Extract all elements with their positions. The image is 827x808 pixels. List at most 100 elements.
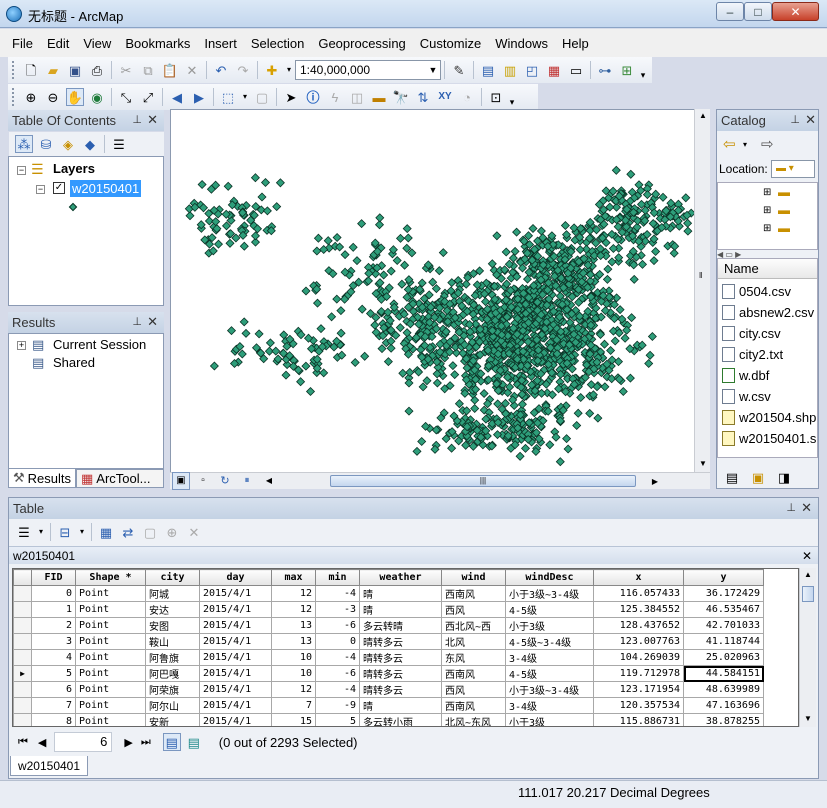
- column-header-wind[interactable]: wind: [441, 569, 506, 586]
- pin-icon[interactable]: ⊥: [132, 315, 142, 328]
- map-point[interactable]: [281, 370, 291, 380]
- collapse-layer-icon[interactable]: −: [36, 185, 45, 194]
- table-cell-y[interactable]: 48.639989: [683, 681, 764, 698]
- table-cell-weather[interactable]: 晴转多云: [359, 665, 442, 682]
- map-point[interactable]: [340, 250, 350, 260]
- map-point[interactable]: [370, 320, 380, 330]
- map-point[interactable]: [357, 219, 367, 229]
- contents-view-icon[interactable]: ▣: [749, 468, 767, 486]
- layout-view-icon[interactable]: ▫: [194, 472, 212, 490]
- column-header-min[interactable]: min: [315, 569, 360, 586]
- map-point[interactable]: [683, 218, 693, 228]
- table-of-contents-icon[interactable]: ▤: [479, 61, 497, 79]
- expand-session-icon[interactable]: +: [17, 341, 26, 350]
- results-shared[interactable]: Shared: [53, 355, 95, 370]
- map-point[interactable]: [575, 245, 585, 255]
- table-cell-x[interactable]: 128.437652: [593, 617, 684, 634]
- new-document-icon[interactable]: 🗋: [22, 61, 40, 79]
- map-point[interactable]: [239, 317, 249, 327]
- map-point[interactable]: [602, 274, 612, 284]
- table-cell-winddesc[interactable]: 4-5级: [505, 665, 594, 682]
- catalog-file-4[interactable]: w.dbf: [722, 365, 769, 386]
- table-cell-day[interactable]: 2015/4/1: [199, 713, 272, 726]
- map-point[interactable]: [404, 406, 414, 416]
- previous-record-icon[interactable]: ◀: [38, 736, 46, 749]
- current-record-input[interactable]: 6: [54, 732, 113, 752]
- catalog-file-3[interactable]: city2.txt: [722, 344, 783, 365]
- table-cell-min[interactable]: 5: [315, 713, 360, 726]
- table-cell-city[interactable]: 安新: [145, 713, 200, 726]
- layer-visibility-checkbox[interactable]: ✓: [53, 182, 65, 194]
- row-selector[interactable]: [13, 713, 32, 726]
- map-point[interactable]: [627, 313, 637, 323]
- map-point[interactable]: [336, 306, 346, 316]
- map-point[interactable]: [573, 408, 583, 418]
- map-point[interactable]: [386, 266, 396, 276]
- map-vertical-scrollbar[interactable]: ▲ ‖ ▼: [694, 109, 710, 473]
- map-point[interactable]: [237, 349, 247, 359]
- scroll-down-icon[interactable]: ▼: [804, 714, 812, 723]
- next-record-icon[interactable]: ▶: [124, 736, 132, 749]
- table-cell-y[interactable]: 46.535467: [683, 601, 764, 618]
- map-scale-combobox[interactable]: 1:40,000,000 ▼: [295, 60, 441, 80]
- data-view-icon[interactable]: ▣: [172, 472, 190, 490]
- chevron-down-icon[interactable]: ▾: [37, 523, 45, 541]
- table-cell-shape[interactable]: Point: [75, 665, 146, 682]
- table-cell-winddesc[interactable]: 小于3级: [505, 617, 594, 634]
- find-binoculars-icon[interactable]: 🔭: [392, 88, 410, 106]
- maximize-button[interactable]: □: [744, 2, 772, 21]
- map-point[interactable]: [392, 255, 402, 266]
- map-point[interactable]: [669, 248, 679, 258]
- layer-name-w20150401[interactable]: w20150401: [70, 180, 142, 197]
- map-point[interactable]: [651, 246, 661, 257]
- close-icon[interactable]: ✕: [147, 112, 158, 128]
- map-point[interactable]: [225, 238, 235, 248]
- map-point[interactable]: [448, 361, 458, 371]
- table-cell-x[interactable]: 125.384552: [593, 601, 684, 618]
- catalog-file-7[interactable]: w20150401.s: [722, 428, 816, 449]
- vertical-scroll-thumb[interactable]: [802, 586, 814, 602]
- table-cell-min[interactable]: -4: [315, 585, 360, 602]
- expand-icon[interactable]: ⊞: [763, 187, 771, 198]
- map-point[interactable]: [383, 307, 393, 317]
- switch-selection-icon[interactable]: ⇄: [119, 523, 137, 541]
- row-selector[interactable]: [13, 649, 32, 666]
- map-point[interactable]: [301, 361, 311, 371]
- table-cell-shape[interactable]: Point: [75, 585, 146, 602]
- table-cell-x[interactable]: 119.712978: [593, 665, 684, 682]
- table-tab-title[interactable]: w20150401: [13, 549, 75, 563]
- map-point[interactable]: [545, 440, 555, 450]
- table-cell-city[interactable]: 安图: [145, 617, 200, 634]
- map-point[interactable]: [501, 247, 511, 257]
- map-point[interactable]: [312, 246, 322, 256]
- map-point[interactable]: [599, 339, 610, 349]
- toolbar-overflow-icon[interactable]: ▾: [638, 59, 648, 81]
- go-to-xy-icon[interactable]: XY: [436, 88, 454, 106]
- table-cell-city[interactable]: 阿荣旗: [145, 681, 200, 698]
- map-point[interactable]: [254, 329, 264, 339]
- table-cell-city[interactable]: 阿鲁旗: [145, 649, 200, 666]
- map-point[interactable]: [250, 231, 261, 241]
- open-folder-icon[interactable]: ▰: [44, 61, 62, 79]
- location-combobox[interactable]: ▬ ▾: [771, 160, 815, 178]
- toc-options-icon[interactable]: ☰: [110, 135, 128, 153]
- chevron-down-icon[interactable]: ▾: [743, 140, 747, 149]
- folder-icon[interactable]: ▬: [778, 185, 790, 199]
- map-point[interactable]: [487, 259, 497, 269]
- map-point[interactable]: [296, 377, 306, 387]
- catalog-file-1[interactable]: absnew2.csv: [722, 302, 814, 323]
- map-point[interactable]: [528, 223, 538, 234]
- map-point[interactable]: [418, 382, 428, 392]
- table-cell-shape[interactable]: Point: [75, 681, 146, 698]
- table-cell-winddesc[interactable]: 4-5级~3-4级: [505, 633, 594, 650]
- map-point[interactable]: [625, 373, 635, 383]
- modelbuilder-icon[interactable]: ⊶: [596, 61, 614, 79]
- fixed-zoom-out-icon[interactable]: ⤢: [139, 88, 157, 106]
- fixed-zoom-in-icon[interactable]: ⤡: [117, 88, 135, 106]
- map-point[interactable]: [197, 179, 207, 190]
- map-point[interactable]: [608, 243, 618, 254]
- back-arrow-icon[interactable]: ⇦: [723, 135, 736, 153]
- map-point[interactable]: [637, 259, 648, 269]
- map-point[interactable]: [379, 270, 389, 280]
- scroll-up-icon[interactable]: ▲: [804, 570, 812, 579]
